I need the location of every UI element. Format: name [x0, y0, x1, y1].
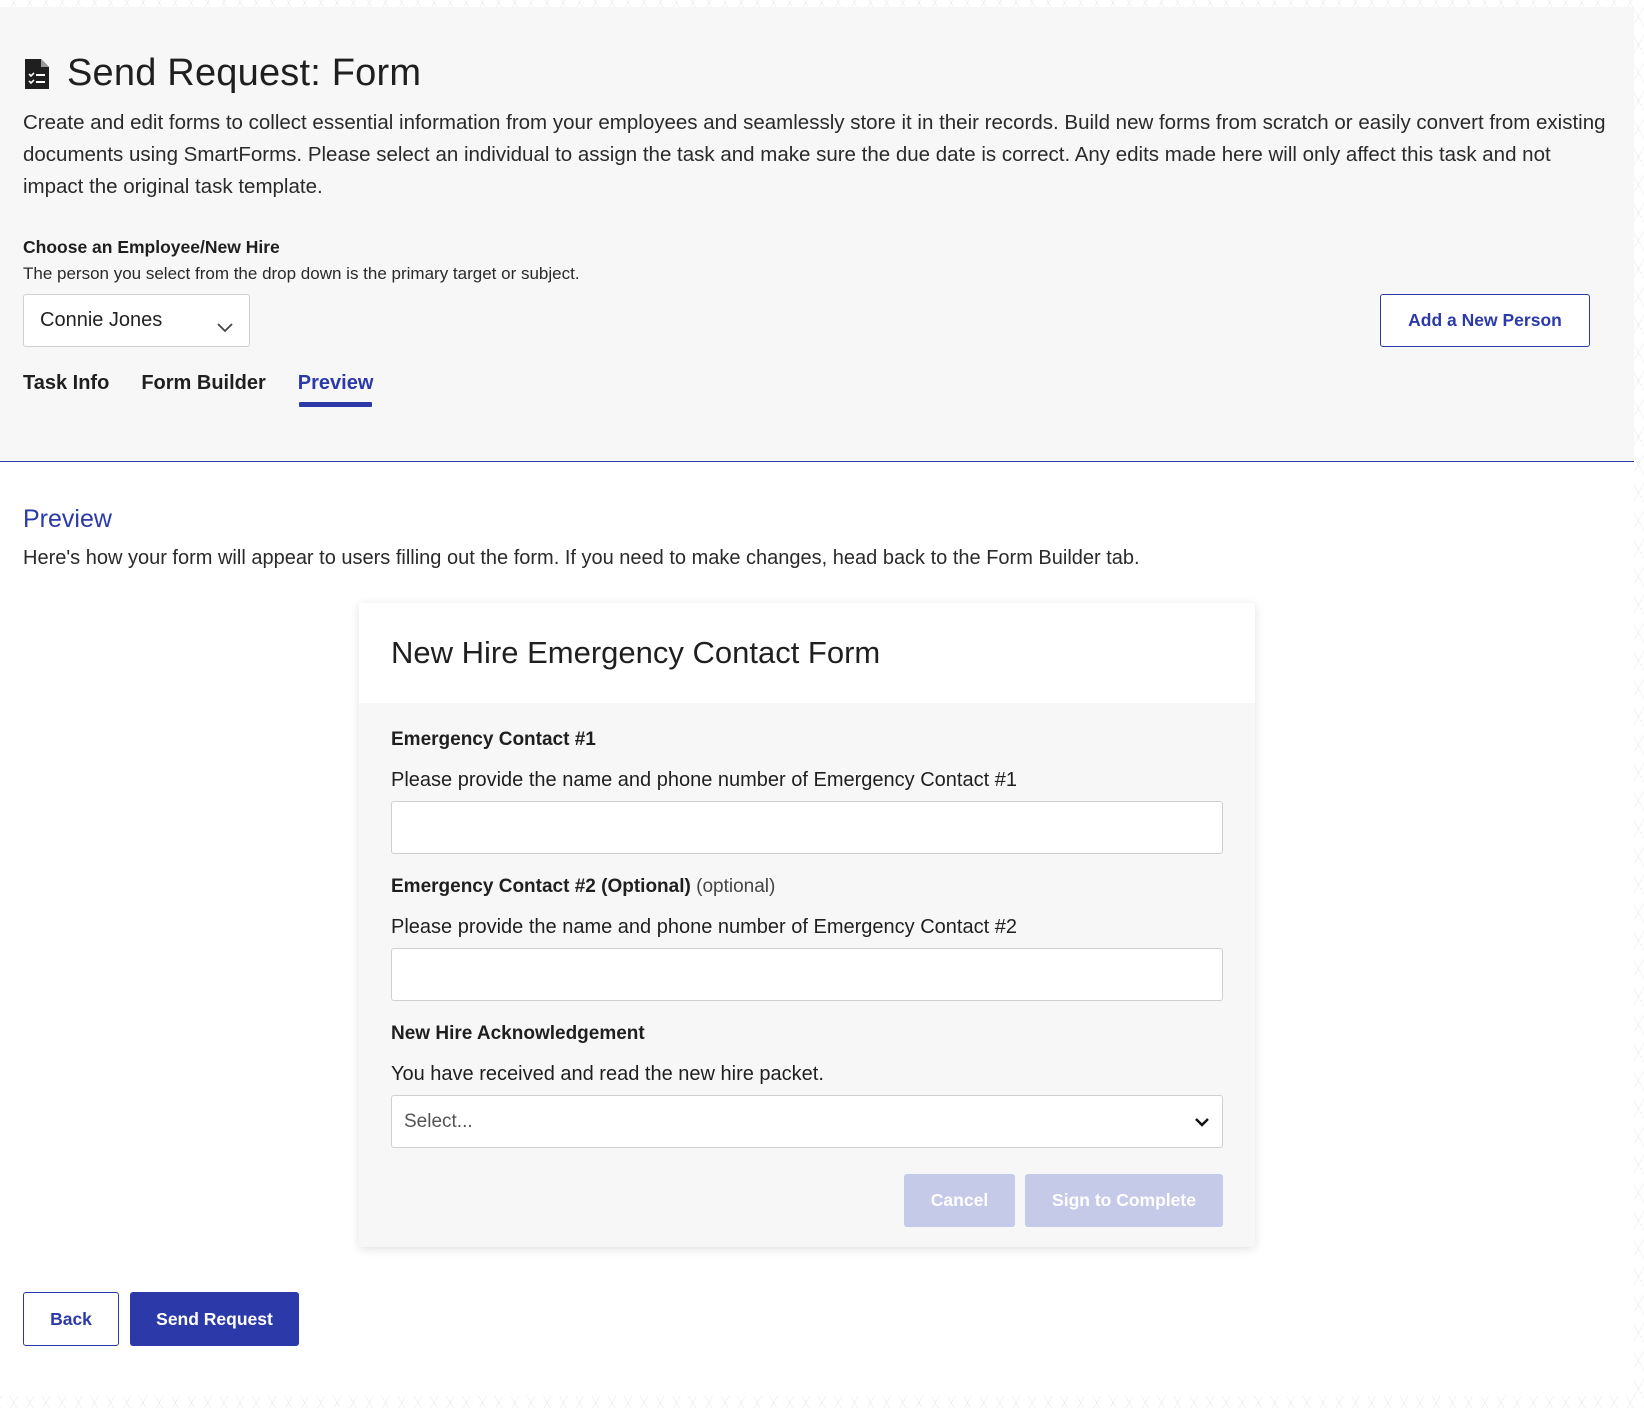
page: Send Request: Form Create and edit forms…	[0, 7, 1634, 1396]
form-title: New Hire Emergency Contact Form	[391, 635, 881, 670]
form-preview-card: New Hire Emergency Contact Form Emergenc…	[359, 603, 1255, 1247]
tab-task-info[interactable]: Task Info	[23, 372, 109, 403]
field-label-text: Emergency Contact #2 (Optional)	[391, 876, 691, 897]
field-label-contact-2: Emergency Contact #2 (Optional) (optiona…	[391, 876, 1223, 898]
optional-tag: (optional)	[696, 876, 776, 897]
emergency-contact-2-input[interactable]	[391, 948, 1223, 1001]
header-section: Send Request: Form Create and edit forms…	[0, 7, 1634, 462]
employee-picker-row: Connie Jones Add a New Person	[23, 294, 1590, 347]
document-checklist-icon	[23, 57, 51, 91]
field-label-text: Emergency Contact #1	[391, 729, 596, 750]
form-card-header: New Hire Emergency Contact Form	[359, 603, 1255, 703]
preview-section: Preview Here's how your form will appear…	[0, 462, 1634, 1247]
field-prompt-contact-2: Please provide the name and phone number…	[391, 916, 1017, 938]
preview-heading: Preview	[23, 505, 112, 533]
employee-select-value: Connie Jones	[40, 309, 163, 331]
emergency-contact-1-input[interactable]	[391, 801, 1223, 854]
field-label-contact-1: Emergency Contact #1	[391, 729, 1223, 751]
send-request-button[interactable]: Send Request	[130, 1292, 299, 1346]
page-description: Create and edit forms to collect essenti…	[23, 111, 1606, 198]
title-row: Send Request: Form	[23, 52, 1611, 95]
sign-to-complete-button[interactable]: Sign to Complete	[1025, 1174, 1223, 1227]
field-prompt-acknowledgement: You have received and read the new hire …	[391, 1063, 824, 1085]
form-cancel-button[interactable]: Cancel	[904, 1174, 1015, 1227]
employee-select[interactable]: Connie Jones	[23, 294, 250, 347]
field-prompt-contact-1: Please provide the name and phone number…	[391, 769, 1017, 791]
acknowledgement-select[interactable]: Select...	[391, 1095, 1223, 1148]
field-label-acknowledgement: New Hire Acknowledgement	[391, 1023, 1223, 1045]
field-label-text: New Hire Acknowledgement	[391, 1023, 645, 1044]
form-body: Emergency Contact #1 Please provide the …	[359, 703, 1255, 1227]
page-title: Send Request: Form	[67, 52, 422, 94]
chevron-down-icon	[217, 316, 233, 332]
form-actions: Cancel Sign to Complete	[391, 1174, 1223, 1227]
add-new-person-button[interactable]: Add a New Person	[1380, 294, 1590, 347]
preview-description: Here's how your form will appear to user…	[23, 547, 1140, 569]
employee-picker-label: Choose an Employee/New Hire	[23, 237, 280, 257]
tab-preview[interactable]: Preview	[298, 372, 373, 407]
tab-bar: Task Info Form Builder Preview	[23, 372, 373, 407]
footer-actions: Back Send Request	[23, 1292, 299, 1346]
employee-picker-help: The person you select from the drop down…	[23, 264, 580, 283]
chevron-down-icon	[1194, 1111, 1210, 1133]
tab-form-builder[interactable]: Form Builder	[141, 372, 265, 403]
back-button[interactable]: Back	[23, 1292, 119, 1346]
select-placeholder: Select...	[404, 1110, 473, 1132]
